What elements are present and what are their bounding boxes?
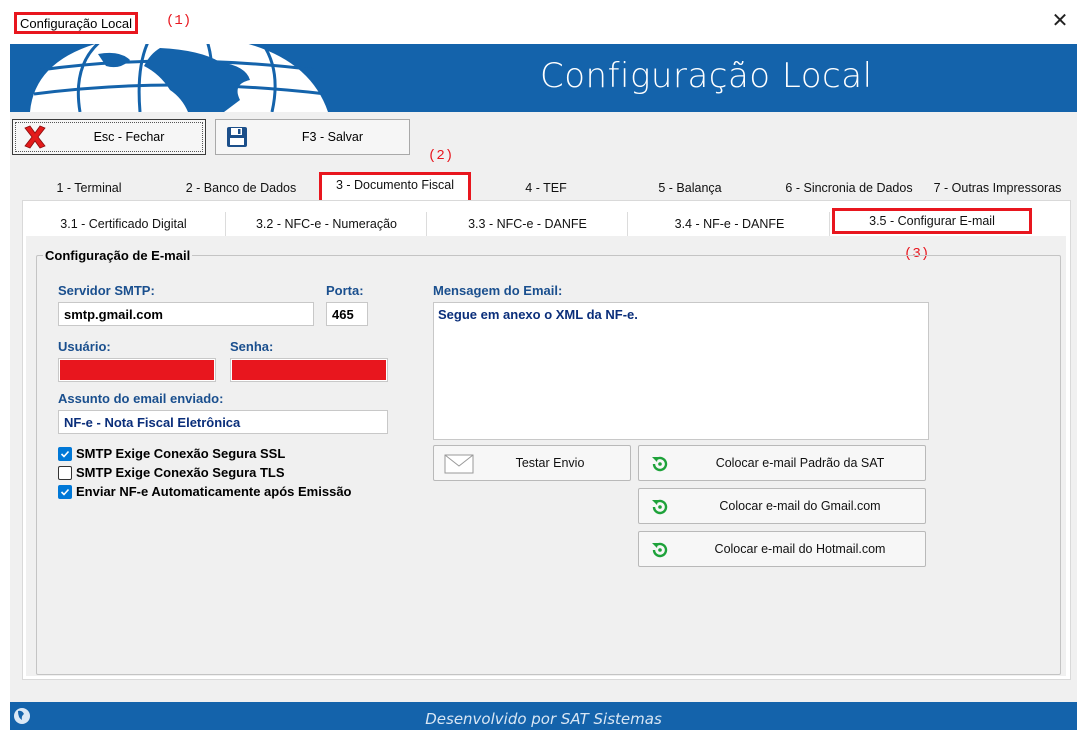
tab-outras-impressoras[interactable]: 7 - Outras Impressoras [926, 176, 1069, 200]
port-input[interactable]: 465 [326, 302, 368, 326]
app-window: Configuração Local (1) ✕ Configuração Lo… [0, 0, 1077, 730]
check-icon [58, 484, 72, 499]
preset-hotmail-button[interactable]: Colocar e-mail do Hotmail.com [638, 531, 926, 567]
window-title: Configuração Local [14, 12, 139, 34]
tab-configurar-email[interactable]: 3.5 - Configurar E-mail [832, 208, 1032, 234]
tab-nfce-numeracao[interactable]: 3.2 - NFC-e - Numeração [227, 212, 427, 236]
subject-input[interactable]: NF-e - Nota Fiscal Eletrônica [58, 410, 388, 434]
test-send-button[interactable]: Testar Envio [433, 445, 631, 481]
tls-checkbox-label: SMTP Exige Conexão Segura TLS [76, 465, 285, 480]
globe-logo-icon [10, 44, 340, 112]
main-panel: 1 - Terminal 2 - Banco de Dados 3 - Docu… [10, 164, 1077, 702]
user-input[interactable] [58, 358, 216, 382]
group-title: Configuração de E-mail [43, 248, 193, 263]
message-textarea[interactable]: Segue em anexo o XML da NF-e. [433, 302, 929, 440]
toolbar: Esc - Fechar F3 - Salvar (2) [10, 112, 1077, 164]
auto-send-checkbox-label: Enviar NF-e Automaticamente após Emissão [76, 484, 352, 499]
sub-tab-bar: 3.1 - Certificado Digital 3.2 - NFC-e - … [22, 208, 1062, 236]
tab-nfe-danfe[interactable]: 3.4 - NF-e - DANFE [630, 212, 830, 236]
footer-credit: Desenvolvido por SAT Sistemas [425, 710, 662, 728]
password-label: Senha: [230, 339, 274, 354]
email-settings-panel: (3) Configuração de E-mail Servidor SMTP… [26, 236, 1066, 676]
preset-gmail-button[interactable]: Colocar e-mail do Gmail.com [638, 488, 926, 524]
test-send-label: Testar Envio [515, 456, 585, 470]
save-button[interactable]: F3 - Salvar [215, 119, 410, 155]
tab-tef[interactable]: 4 - TEF [481, 176, 611, 200]
tls-checkbox[interactable]: SMTP Exige Conexão Segura TLS [58, 465, 285, 480]
subject-label: Assunto do email enviado: [58, 391, 224, 406]
tab-balanca[interactable]: 5 - Balança [616, 176, 764, 200]
ssl-checkbox-label: SMTP Exige Conexão Segura SSL [76, 446, 286, 461]
title-bar: Configuração Local (1) ✕ [0, 0, 1077, 44]
footer-bar: Desenvolvido por SAT Sistemas [10, 702, 1077, 730]
annotation-2: (2) [428, 148, 454, 164]
message-label: Mensagem do Email: [433, 283, 563, 298]
save-button-label: F3 - Salvar [301, 130, 364, 144]
preset-hotmail-label: Colocar e-mail do Hotmail.com [714, 542, 886, 556]
redacted-mark [232, 360, 386, 380]
unchecked-box-icon [58, 465, 72, 480]
smtp-server-input[interactable]: smtp.gmail.com [58, 302, 314, 326]
tab-certificado-digital[interactable]: 3.1 - Certificado Digital [22, 212, 226, 236]
password-input[interactable] [230, 358, 388, 382]
header-banner: Configuração Local [10, 44, 1077, 112]
port-label: Porta: [326, 283, 364, 298]
preset-gmail-label: Colocar e-mail do Gmail.com [719, 499, 881, 513]
tab-documento-fiscal[interactable]: 3 - Documento Fiscal [319, 172, 471, 200]
ssl-checkbox[interactable]: SMTP Exige Conexão Segura SSL [58, 446, 285, 461]
close-window-button[interactable]: ✕ [1049, 10, 1071, 32]
close-button-label: Esc - Fechar [93, 130, 165, 144]
check-icon [58, 446, 72, 461]
tab-nfce-danfe[interactable]: 3.3 - NFC-e - DANFE [428, 212, 628, 236]
main-tab-bar: 1 - Terminal 2 - Banco de Dados 3 - Docu… [16, 172, 1069, 200]
preset-sat-label: Colocar e-mail Padrão da SAT [715, 456, 885, 470]
tab-sincronia-de-dados[interactable]: 6 - Sincronia de Dados [771, 176, 927, 200]
user-label: Usuário: [58, 339, 111, 354]
preset-sat-button[interactable]: Colocar e-mail Padrão da SAT [638, 445, 926, 481]
tab-terminal[interactable]: 1 - Terminal [16, 176, 162, 200]
close-button[interactable]: Esc - Fechar [12, 119, 206, 155]
smtp-server-label: Servidor SMTP: [58, 283, 155, 298]
tab-banco-de-dados[interactable]: 2 - Banco de Dados [166, 176, 316, 200]
auto-send-checkbox[interactable]: Enviar NF-e Automaticamente após Emissão [58, 484, 352, 499]
redacted-mark [60, 360, 214, 380]
annotation-1: (1) [166, 13, 192, 29]
banner-title: Configuração Local [540, 56, 873, 96]
